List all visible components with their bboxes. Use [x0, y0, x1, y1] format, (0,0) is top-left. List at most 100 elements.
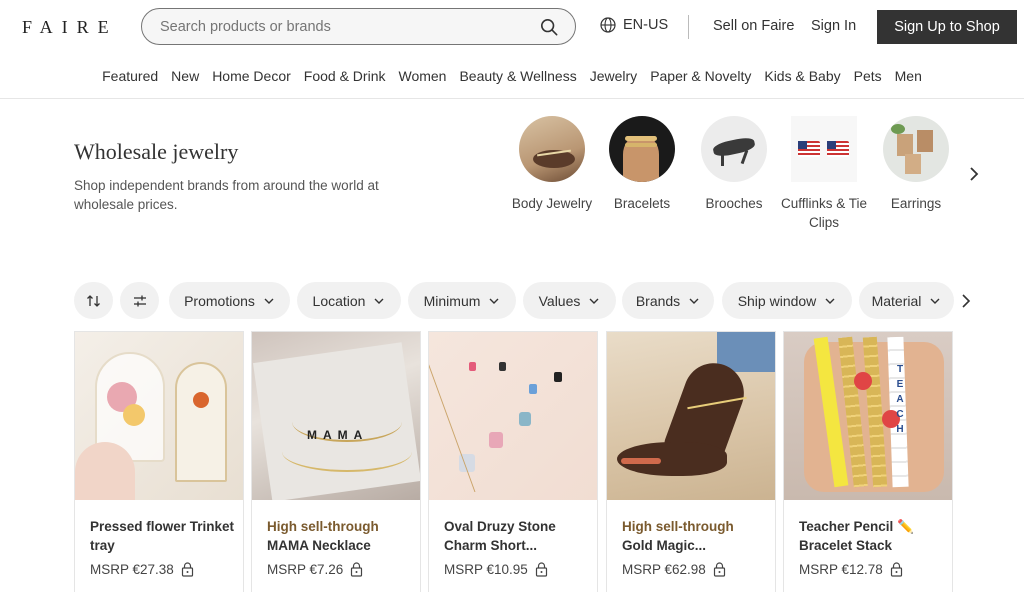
bracelet-photo-icon: [609, 116, 675, 182]
filter-brands[interactable]: Brands: [622, 282, 714, 319]
page-description: Shop independent brands from around the …: [74, 178, 379, 212]
product-card[interactable]: MAMA High sell-through MAMA Necklace MSRP…: [251, 331, 421, 592]
search-input[interactable]: [160, 17, 530, 37]
subcategory-bracelets[interactable]: Bracelets: [598, 116, 686, 213]
globe-icon: [600, 17, 616, 33]
product-card[interactable]: TEACH Teacher Pencil ✏️ Bracelet Stack M…: [783, 331, 953, 592]
nav-item-jewelry[interactable]: Jewelry: [590, 68, 637, 88]
product-title: Gold Magic...: [622, 538, 707, 553]
price-text: MSRP €12.78: [799, 562, 883, 577]
nav-item-home-decor[interactable]: Home Decor: [212, 68, 291, 88]
sign-up-button[interactable]: Sign Up to Shop: [877, 10, 1017, 44]
subcategory-carousel: Body Jewelry Bracelets Brooches Cufflink…: [508, 116, 958, 236]
product-image[interactable]: [429, 332, 597, 500]
filter-minimum[interactable]: Minimum: [408, 282, 516, 319]
filter-label: Promotions: [184, 292, 255, 309]
price-text: MSRP €27.38: [90, 562, 174, 577]
filter-location[interactable]: Location: [297, 282, 401, 319]
price-text: MSRP €62.98: [622, 562, 706, 577]
product-price: MSRP €12.78: [799, 562, 903, 577]
search-bar[interactable]: [141, 8, 576, 45]
nav-item-men[interactable]: Men: [895, 68, 922, 88]
filter-label: Ship window: [737, 292, 817, 309]
chevron-right-icon[interactable]: [958, 292, 974, 310]
sell-through-badge: High sell-through: [267, 519, 379, 534]
sort-button[interactable]: [74, 282, 113, 319]
nav-item-women[interactable]: Women: [398, 68, 446, 88]
product-card[interactable]: High sell-through Gold Magic... MSRP €62.…: [606, 331, 776, 592]
subcategory-label: Cufflinks & Tie Clips: [780, 196, 868, 230]
nav-divider: [0, 98, 1024, 99]
chevron-down-icon: [489, 298, 499, 304]
product-name[interactable]: High sell-through MAMA Necklace: [267, 517, 412, 555]
page-title: Wholesale jewelry: [74, 139, 239, 164]
sell-on-faire-link[interactable]: Sell on Faire: [713, 18, 794, 34]
filter-values[interactable]: Values: [523, 282, 616, 319]
language-label: EN-US: [623, 17, 669, 33]
header-divider: [688, 15, 689, 39]
nav-item-beauty-wellness[interactable]: Beauty & Wellness: [459, 68, 576, 88]
chevron-down-icon: [374, 298, 384, 304]
subcategory-cufflinks[interactable]: Cufflinks & Tie Clips: [780, 116, 868, 232]
filter-label: Brands: [635, 292, 681, 309]
subcategory-body-jewelry[interactable]: Body Jewelry: [508, 116, 596, 213]
filter-label: Material: [871, 292, 922, 309]
search-icon[interactable]: [540, 18, 558, 36]
earrings-photo-icon: [883, 116, 949, 182]
product-title: MAMA Necklace: [267, 538, 371, 553]
lock-icon: [890, 562, 902, 577]
product-title: Oval Druzy Stone Charm Short...: [444, 519, 556, 553]
lock-icon: [535, 562, 547, 577]
lock-icon: [713, 562, 725, 577]
filter-promotions[interactable]: Promotions: [169, 282, 290, 319]
nav-item-kids-baby[interactable]: Kids & Baby: [764, 68, 840, 88]
product-image[interactable]: [607, 332, 775, 500]
price-text: MSRP €10.95: [444, 562, 528, 577]
lock-icon: [351, 562, 363, 577]
nav-item-pets[interactable]: Pets: [854, 68, 882, 88]
chevron-down-icon: [264, 298, 274, 304]
filter-label: Minimum: [423, 292, 481, 309]
product-name[interactable]: Teacher Pencil ✏️ Bracelet Stack: [799, 517, 944, 555]
product-image[interactable]: MAMA: [252, 332, 420, 500]
subcategory-brooches[interactable]: Brooches: [690, 116, 778, 213]
category-nav: Featured New Home Decor Food & Drink Wom…: [0, 68, 1024, 88]
faire-logo[interactable]: FAIRE: [22, 17, 118, 38]
filter-settings-button[interactable]: [120, 282, 159, 319]
product-price: MSRP €10.95: [444, 562, 548, 577]
sell-through-badge: High sell-through: [622, 519, 734, 534]
sort-icon: [86, 294, 100, 307]
subcategory-label: Body Jewelry: [511, 196, 593, 211]
subcategory-earrings[interactable]: Earrings: [872, 116, 960, 213]
product-name[interactable]: Pressed flower Trinket tray: [90, 517, 235, 555]
product-image[interactable]: TEACH: [784, 332, 952, 500]
product-name[interactable]: Oval Druzy Stone Charm Short...: [444, 517, 589, 555]
subcategory-label: Brooches: [705, 196, 763, 211]
product-title: Pressed flower Trinket tray: [90, 519, 235, 553]
language-selector[interactable]: EN-US: [600, 17, 668, 33]
anklet-photo-icon: [519, 116, 585, 182]
nav-item-featured[interactable]: Featured: [102, 68, 158, 88]
product-price: MSRP €62.98: [622, 562, 726, 577]
product-name[interactable]: High sell-through Gold Magic...: [622, 517, 767, 555]
nav-item-food-drink[interactable]: Food & Drink: [304, 68, 386, 88]
horse-brooch-photo-icon: [701, 116, 767, 182]
product-image[interactable]: [75, 332, 243, 500]
lock-icon: [181, 562, 193, 577]
filter-ship-window[interactable]: Ship window: [722, 282, 852, 319]
chevron-down-icon: [930, 298, 940, 304]
nav-item-new[interactable]: New: [171, 68, 199, 88]
chevron-down-icon: [689, 298, 699, 304]
nav-item-paper-novelty[interactable]: Paper & Novelty: [650, 68, 751, 88]
filter-material[interactable]: Material: [859, 282, 954, 319]
chevron-down-icon: [589, 298, 599, 304]
sign-in-link[interactable]: Sign In: [811, 18, 856, 34]
flag-cufflinks-photo-icon: [791, 116, 857, 182]
product-card[interactable]: Pressed flower Trinket tray MSRP €27.38: [74, 331, 244, 592]
filter-bar: Promotions Location Minimum Values Brand…: [74, 282, 984, 319]
filter-label: Values: [538, 292, 581, 309]
filter-label: Location: [312, 292, 366, 309]
sliders-icon: [133, 295, 146, 306]
product-card[interactable]: Oval Druzy Stone Charm Short... MSRP €10…: [428, 331, 598, 592]
chevron-right-icon[interactable]: [966, 165, 982, 183]
